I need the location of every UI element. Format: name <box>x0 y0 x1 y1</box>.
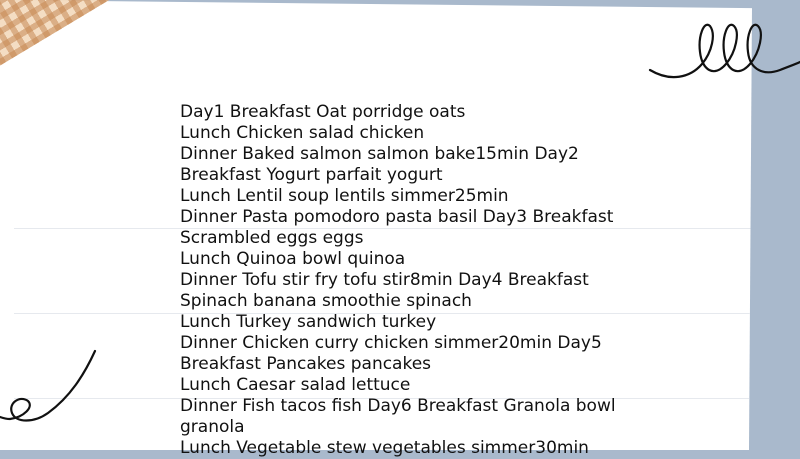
meal-plan-line: Breakfast Pancakes pancakes <box>180 354 432 374</box>
meal-plan-line: Lunch Turkey sandwich turkey <box>180 312 437 332</box>
swirl-doodle <box>0 349 97 422</box>
meal-plan-line: Scrambled eggs eggs <box>180 228 364 248</box>
meal-plan-line: Spinach banana smoothie spinach <box>180 291 472 311</box>
meal-plan-line: Lunch Caesar salad lettuce <box>180 375 411 395</box>
meal-plan-line: granola <box>180 417 245 437</box>
meal-plan-line: Dinner Pasta pomodoro pasta basil Day3 B… <box>180 207 614 227</box>
meal-plan-line: Dinner Baked salmon salmon bake15min Day… <box>180 144 579 164</box>
meal-plan-line: Lunch Chicken salad chicken <box>180 123 425 143</box>
meal-plan-line: Day1 Breakfast Oat porridge oats <box>180 102 466 122</box>
meal-plan-text: Day1 Breakfast Oat porridge oats Lunch Ch… <box>180 102 616 459</box>
meal-plan-line: Breakfast Yogurt parfait yogurt <box>180 165 443 185</box>
meal-plan-line: Dinner Tofu stir fry tofu stir8min Day4 … <box>180 270 589 290</box>
meal-plan-line: Lunch Lentil soup lentils simmer25min <box>180 186 509 206</box>
meal-plan-line: Lunch Quinoa bowl quinoa <box>180 249 406 269</box>
squiggle-doodle <box>648 23 800 79</box>
meal-plan-line: Lunch Vegetable stew vegetables simmer30… <box>180 438 589 458</box>
meal-plan-line: Dinner Chicken curry chicken simmer20min… <box>180 333 602 353</box>
meal-plan-line: Dinner Fish tacos fish Day6 Breakfast Gr… <box>180 396 616 416</box>
